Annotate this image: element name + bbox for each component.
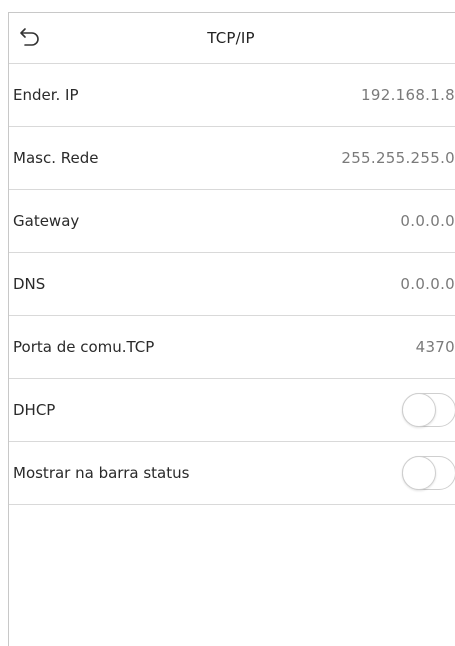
setting-value: 192.168.1.8 (361, 86, 455, 104)
toggle-knob (402, 393, 436, 427)
setting-value: 255.255.255.0 (341, 149, 455, 167)
setting-value: 0.0.0.0 (400, 275, 455, 293)
setting-row-gateway[interactable]: Gateway 0.0.0.0 (9, 190, 455, 253)
setting-label: Ender. IP (13, 86, 79, 104)
setting-label: DHCP (13, 401, 56, 419)
setting-label: Porta de comu.TCP (13, 338, 155, 356)
setting-label: Masc. Rede (13, 149, 99, 167)
setting-row-dns[interactable]: DNS 0.0.0.0 (9, 253, 455, 316)
setting-value: 0.0.0.0 (400, 212, 455, 230)
dhcp-toggle[interactable] (402, 393, 455, 427)
page-title: TCP/IP (207, 29, 255, 47)
setting-row-subnet-mask[interactable]: Masc. Rede 255.255.255.0 (9, 127, 455, 190)
setting-label: Gateway (13, 212, 80, 230)
setting-label: Mostrar na barra status (13, 464, 190, 482)
back-arrow-icon[interactable] (19, 26, 41, 48)
setting-row-ip[interactable]: Ender. IP 192.168.1.8 (9, 64, 455, 127)
screen-frame: TCP/IP Ender. IP 192.168.1.8 Masc. Rede … (8, 12, 455, 646)
setting-label: DNS (13, 275, 46, 293)
setting-row-dhcp: DHCP (9, 379, 455, 442)
toggle-knob (402, 456, 436, 490)
header-bar: TCP/IP (9, 13, 455, 64)
setting-row-show-status-bar: Mostrar na barra status (9, 442, 455, 505)
setting-value: 4370 (415, 338, 455, 356)
setting-row-tcp-port[interactable]: Porta de comu.TCP 4370 (9, 316, 455, 379)
show-status-bar-toggle[interactable] (402, 456, 455, 490)
